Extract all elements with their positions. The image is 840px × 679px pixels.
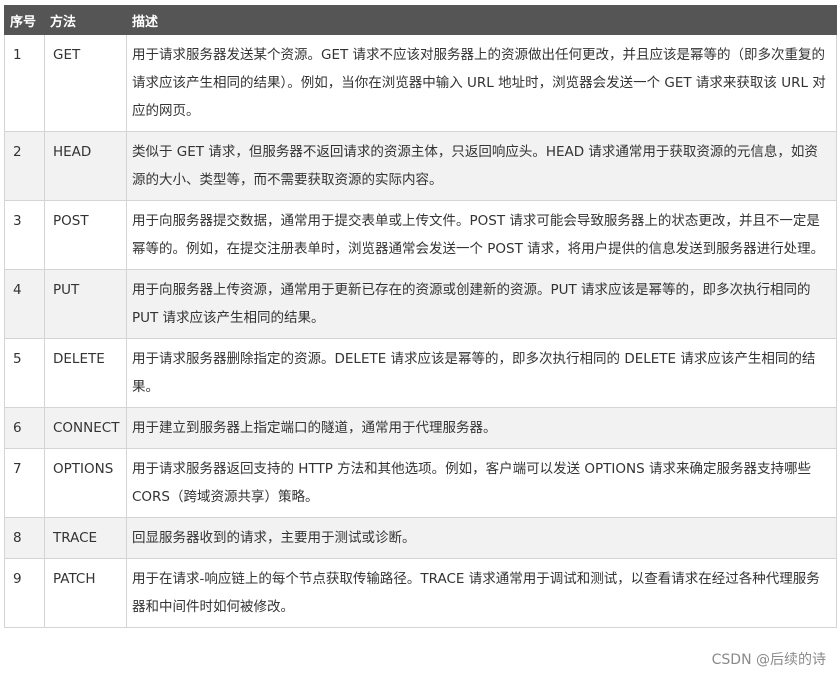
- row-desc: 用于在请求-响应链上的每个节点获取传输路径。TRACE 请求通常用于调试和测试，…: [126, 558, 837, 628]
- header-method: 方法: [44, 5, 127, 35]
- row-desc: 用于请求服务器删除指定的资源。DELETE 请求应该是幂等的，即多次执行相同的 …: [126, 338, 837, 408]
- table-row: 2 HEAD 类似于 GET 请求，但服务器不返回请求的资源主体，只返回响应头。…: [4, 131, 837, 201]
- table-row: 8 TRACE 回显服务器收到的请求，主要用于测试或诊断。: [4, 517, 837, 559]
- table-row: 7 OPTIONS 用于请求服务器返回支持的 HTTP 方法和其他选项。例如，客…: [4, 448, 837, 518]
- row-desc: 用于向服务器上传资源，通常用于更新已存在的资源或创建新的资源。PUT 请求应该是…: [126, 269, 837, 339]
- row-method: TRACE: [44, 517, 127, 559]
- header-num: 序号: [4, 5, 45, 35]
- row-method: POST: [44, 200, 127, 270]
- row-num: 8: [4, 517, 45, 559]
- watermark: CSDN @后续的诗: [711, 652, 826, 668]
- row-method: OPTIONS: [44, 448, 127, 518]
- row-num: 9: [4, 558, 45, 628]
- row-num: 5: [4, 338, 45, 408]
- table-row: 6 CONNECT 用于建立到服务器上指定端口的隧道，通常用于代理服务器。: [4, 407, 837, 449]
- row-desc: 用于向服务器提交数据，通常用于提交表单或上传文件。POST 请求可能会导致服务器…: [126, 200, 837, 270]
- table-row: 9 PATCH 用于在请求-响应链上的每个节点获取传输路径。TRACE 请求通常…: [4, 558, 837, 628]
- row-num: 7: [4, 448, 45, 518]
- row-num: 4: [4, 269, 45, 339]
- row-method: PUT: [44, 269, 127, 339]
- row-num: 2: [4, 131, 45, 201]
- row-method: PATCH: [44, 558, 127, 628]
- row-method: HEAD: [44, 131, 127, 201]
- row-desc: 回显服务器收到的请求，主要用于测试或诊断。: [126, 517, 837, 559]
- row-desc: 用于建立到服务器上指定端口的隧道，通常用于代理服务器。: [126, 407, 837, 449]
- table-row: 5 DELETE 用于请求服务器删除指定的资源。DELETE 请求应该是幂等的，…: [4, 338, 837, 408]
- row-num: 3: [4, 200, 45, 270]
- table-header-row: 序号 方法 描述: [4, 5, 837, 35]
- table-row: 1 GET 用于请求服务器发送某个资源。GET 请求不应该对服务器上的资源做出任…: [4, 34, 837, 132]
- http-methods-table: 序号 方法 描述 1 GET 用于请求服务器发送某个资源。GET 请求不应该对服…: [4, 5, 837, 628]
- row-desc: 类似于 GET 请求，但服务器不返回请求的资源主体，只返回响应头。HEAD 请求…: [126, 131, 837, 201]
- row-method: DELETE: [44, 338, 127, 408]
- row-num: 1: [4, 34, 45, 132]
- row-desc: 用于请求服务器发送某个资源。GET 请求不应该对服务器上的资源做出任何更改，并且…: [126, 34, 837, 132]
- table-row: 3 POST 用于向服务器提交数据，通常用于提交表单或上传文件。POST 请求可…: [4, 200, 837, 270]
- row-num: 6: [4, 407, 45, 449]
- header-desc: 描述: [126, 5, 837, 35]
- table-row: 4 PUT 用于向服务器上传资源，通常用于更新已存在的资源或创建新的资源。PUT…: [4, 269, 837, 339]
- row-desc: 用于请求服务器返回支持的 HTTP 方法和其他选项。例如，客户端可以发送 OPT…: [126, 448, 837, 518]
- row-method: GET: [44, 34, 127, 132]
- row-method: CONNECT: [44, 407, 127, 449]
